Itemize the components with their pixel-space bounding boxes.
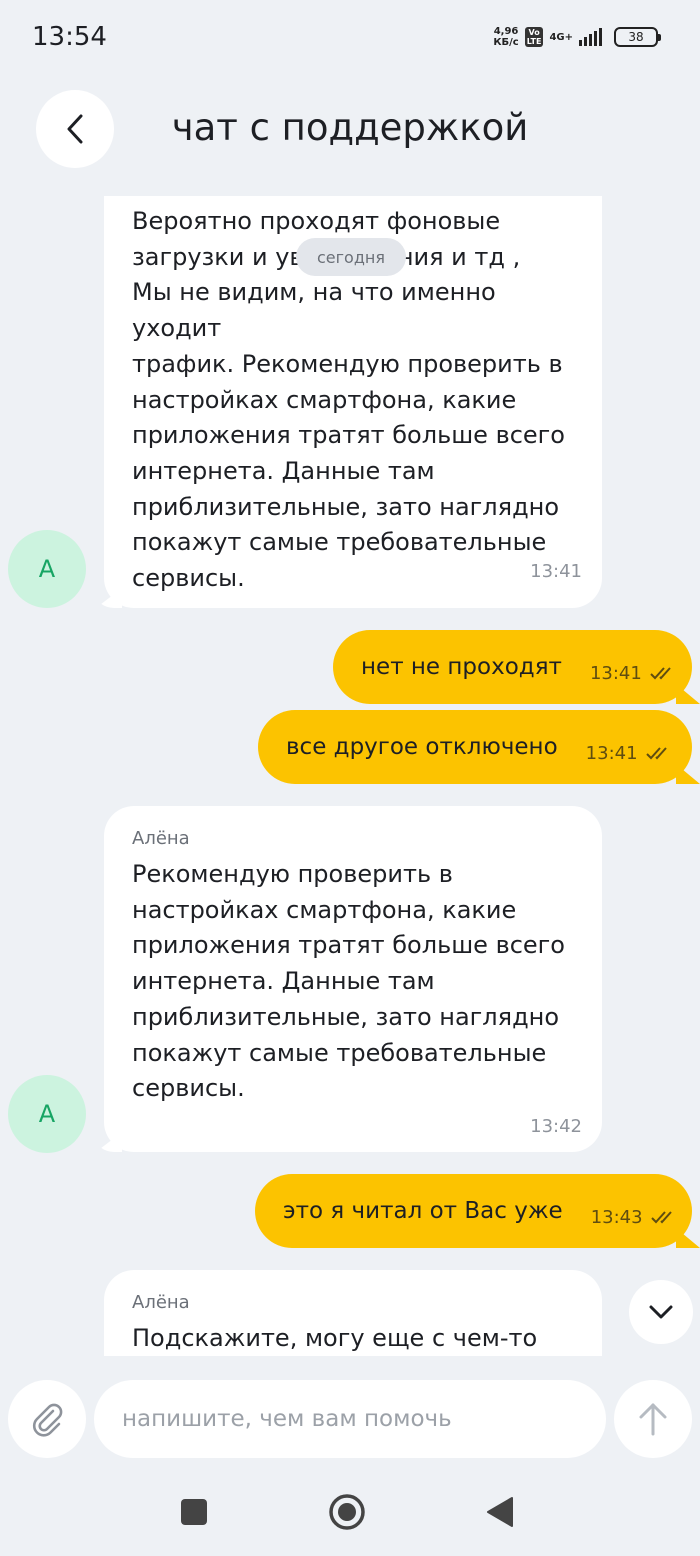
signal-icon: [579, 28, 602, 46]
message-time: 13:42: [530, 1116, 582, 1137]
message-text: нет не проходят: [361, 654, 562, 680]
date-divider: сегодня: [296, 238, 406, 276]
volte-icon: Vo LTE: [524, 27, 544, 47]
status-time: 13:54: [32, 22, 107, 52]
scroll-down-button[interactable]: [629, 1280, 693, 1344]
incoming-message: Алёна Рекомендую проверить в настройках …: [104, 806, 602, 1152]
double-check-icon: [650, 1211, 672, 1224]
triangle-back-icon: [487, 1497, 513, 1527]
message-time: 13:41: [530, 561, 582, 582]
avatar: А: [8, 530, 86, 608]
circle-icon: [329, 1494, 365, 1530]
network-type: 4G+: [549, 31, 573, 43]
square-icon: [181, 1499, 207, 1525]
status-bar: 13:54 4,96 КБ/с Vo LTE 4G+ 38: [0, 0, 700, 76]
status-indicators: 4,96 КБ/с Vo LTE 4G+ 38: [493, 26, 661, 48]
chevron-down-icon: [649, 1305, 673, 1319]
message-text: это я читал от Вас уже: [283, 1198, 563, 1224]
incoming-message: Алёна Подскажите, могу еще с чем-то Вам: [104, 1270, 602, 1356]
back-nav-button[interactable]: [478, 1490, 522, 1534]
chat-messages[interactable]: Вероятно проходят фоновые загрузки и уве…: [0, 196, 700, 1356]
message-text: Подскажите, могу еще с чем-то Вам: [132, 1324, 538, 1352]
outgoing-message: нет не проходят 13:41: [333, 630, 692, 704]
avatar: А: [8, 1075, 86, 1153]
home-button[interactable]: [325, 1490, 369, 1534]
message-time: 13:43: [590, 1206, 643, 1228]
double-check-icon: [645, 747, 667, 760]
message-input[interactable]: [94, 1380, 606, 1458]
page-title: чат с поддержкой: [171, 106, 529, 149]
battery-level: 38: [628, 30, 644, 44]
attach-button[interactable]: [8, 1380, 86, 1458]
network-speed: 4,96 КБ/с: [493, 26, 519, 48]
message-time: 13:41: [585, 742, 638, 764]
message-text: все другое отключено: [286, 734, 558, 760]
sender-name: Алёна: [132, 828, 190, 849]
recents-button[interactable]: [172, 1490, 216, 1534]
message-text: Рекомендую проверить в настройках смартф…: [132, 860, 565, 1103]
outgoing-message: все другое отключено 13:41: [258, 710, 692, 784]
arrow-up-icon: [639, 1403, 667, 1436]
system-nav-bar: [0, 1470, 700, 1556]
message-time: 13:41: [589, 662, 642, 684]
battery-icon: 38: [614, 27, 661, 47]
outgoing-message: это я читал от Вас уже 13:43: [255, 1174, 692, 1248]
sender-name: Алёна: [132, 1292, 190, 1313]
double-check-icon: [650, 667, 671, 680]
send-button[interactable]: [614, 1380, 692, 1458]
paperclip-icon: [32, 1403, 63, 1437]
